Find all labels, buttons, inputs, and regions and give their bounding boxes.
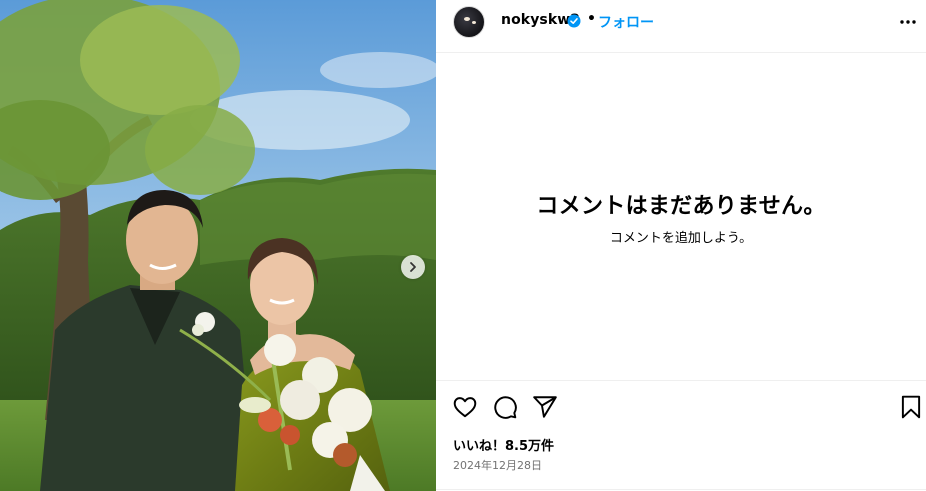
heart-icon[interactable] bbox=[452, 394, 478, 420]
comment-icon[interactable] bbox=[492, 394, 518, 420]
separator-dot: • bbox=[587, 11, 596, 27]
post-date[interactable]: 2024年12月28日 bbox=[453, 457, 542, 473]
likes-count[interactable]: いいね！8.5万件 bbox=[453, 435, 554, 454]
more-horizontal-icon[interactable] bbox=[898, 12, 918, 32]
post-photo[interactable] bbox=[0, 0, 436, 491]
divider bbox=[436, 489, 926, 490]
divider bbox=[436, 380, 926, 381]
bookmark-icon[interactable] bbox=[898, 394, 924, 420]
no-comments-subtitle: コメントを追加しよう。 bbox=[609, 231, 753, 246]
post-image bbox=[0, 0, 436, 491]
no-comments-title: コメントはまだありません。 bbox=[536, 194, 826, 219]
post-header: nokyskw2 • フォロー bbox=[436, 0, 926, 53]
post-side-panel: nokyskw2 • フォロー コメントはまだありません。 コメントを追加しよう… bbox=[436, 0, 926, 491]
share-icon[interactable] bbox=[532, 394, 558, 420]
chevron-right-icon bbox=[410, 262, 416, 272]
avatar[interactable] bbox=[453, 6, 485, 38]
verified-badge-icon bbox=[567, 14, 581, 28]
next-photo-button[interactable] bbox=[401, 255, 425, 279]
follow-button[interactable]: フォロー bbox=[598, 12, 654, 32]
